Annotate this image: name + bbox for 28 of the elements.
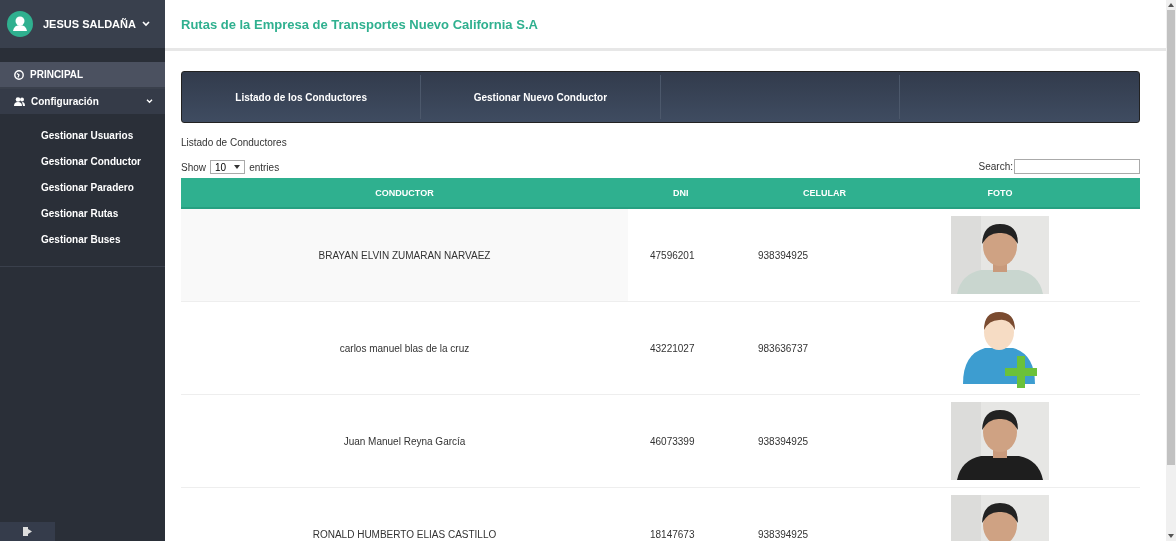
user-avatar-icon [7,11,33,37]
caret-down-icon [234,165,241,169]
user-name[interactable]: JESUS SALDAÑA [43,18,150,30]
submenu-item[interactable]: Gestionar Conductor [0,148,165,174]
search-label: Search: [978,161,1013,172]
menu-item[interactable]: Configuración [0,89,165,114]
section-title: Listado de Conductores [181,137,288,148]
nav-tab[interactable]: Gestionar Nuevo Conductor [421,75,661,119]
scroll-up-icon[interactable] [1168,3,1174,7]
show-label: Show [181,161,206,173]
submenu-item[interactable]: Gestionar Paradero [0,174,165,200]
entries-label: entries [249,161,280,173]
page-title: Rutas de la Empresa de Transportes Nuevo California S.A [181,16,538,32]
submenu-item[interactable]: Gestionar Rutas [0,200,165,226]
submenu-item[interactable]: Gestionar Buses [0,226,165,252]
scroll-down-icon[interactable] [1168,534,1174,538]
users-icon [14,97,25,106]
chevron-down-icon [141,21,150,27]
logout-button[interactable] [0,522,55,541]
submenu-item[interactable]: Gestionar Usuarios [0,122,165,148]
search-field[interactable] [1014,159,1140,174]
scrollbar[interactable] [1166,0,1176,541]
entries-select[interactable]: 10 [210,160,246,174]
menu-item[interactable]: PRINCIPAL [0,62,165,89]
nav-tab[interactable]: Listado de los Conductores [182,75,422,119]
globe-icon [14,69,24,80]
table-cell: BRAYAN ELVIN ZUMARAN NARVAEZ [181,209,628,302]
logout-icon [23,527,32,536]
